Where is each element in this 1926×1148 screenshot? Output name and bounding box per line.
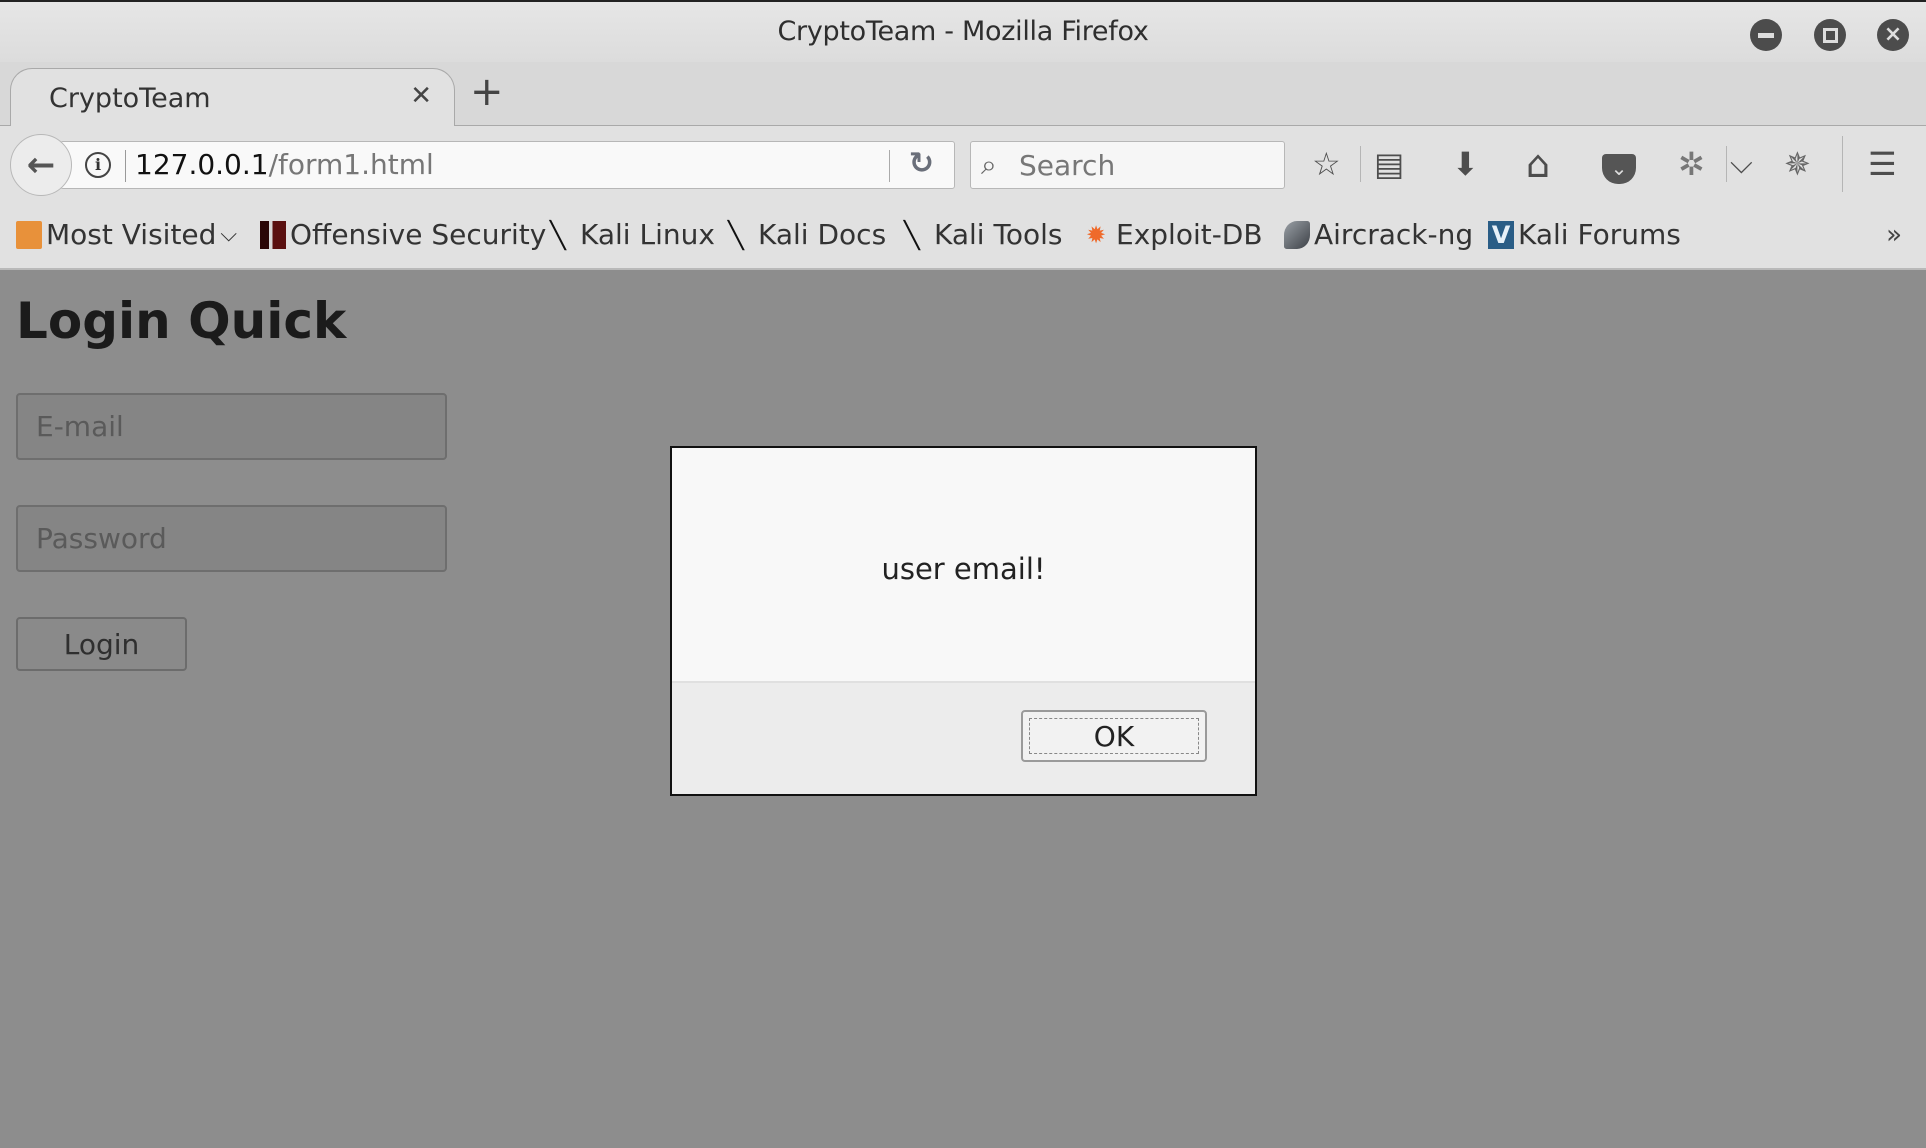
extension-dropdown-icon[interactable]: ⌵ — [1730, 144, 1753, 184]
navigation-toolbar: ← i 127.0.0.1/form1.html ↻ ⌕ Search ☆ ▤ … — [0, 126, 1926, 206]
toolbar-separator — [1726, 146, 1727, 182]
bookmark-label: Kali Forums — [1518, 218, 1681, 251]
reading-list-icon[interactable]: ▤ — [1374, 144, 1404, 184]
tab-cryptoteam[interactable]: CryptoTeam ✕ — [10, 68, 455, 128]
tab-strip: CryptoTeam ✕ + — [0, 62, 1926, 128]
close-icon: × — [1883, 22, 1903, 47]
kali-forums-icon: V — [1488, 220, 1514, 249]
page-title: Login Quick — [16, 292, 347, 350]
chevron-down-icon: ⌵ — [220, 222, 238, 247]
bookmark-label: Kali Tools — [934, 218, 1063, 251]
toolbar-separator — [1360, 146, 1361, 182]
bookmark-kali-docs[interactable]: ╲ Kali Docs — [728, 218, 886, 251]
bookmark-label: Kali Linux — [580, 218, 715, 251]
toolbar-separator — [1842, 136, 1843, 192]
offsec-icon — [260, 220, 286, 249]
url-path: /form1.html — [268, 148, 434, 181]
bookmark-kali-forums[interactable]: V Kali Forums — [1488, 218, 1681, 251]
bookmark-most-visited[interactable]: Most Visited ⌵ — [16, 218, 237, 251]
bookmark-aircrack-ng[interactable]: Aircrack-ng — [1284, 218, 1473, 251]
url-separator — [125, 150, 126, 182]
aircrack-icon — [1284, 220, 1310, 249]
window-title: CryptoTeam - Mozilla Firefox — [777, 16, 1149, 47]
tab-close-icon[interactable]: ✕ — [410, 81, 432, 111]
url-host: 127.0.0.1 — [135, 148, 269, 181]
menu-icon[interactable]: ☰ — [1868, 144, 1897, 184]
site-info-icon[interactable]: i — [85, 152, 111, 178]
alert-footer: OK — [672, 681, 1255, 794]
url-text[interactable]: 127.0.0.1/form1.html — [135, 148, 434, 181]
bookmark-kali-tools[interactable]: ╲ Kali Tools — [904, 218, 1062, 251]
maximize-button[interactable] — [1814, 19, 1846, 51]
bookmark-label: Exploit-DB — [1116, 218, 1263, 251]
bookmarks-toolbar: Most Visited ⌵ Offensive Security ╲ Kali… — [0, 206, 1926, 270]
alert-message: user email! — [881, 552, 1046, 586]
ok-button[interactable]: OK — [1021, 710, 1207, 762]
maximize-icon — [1822, 27, 1838, 43]
pocket-icon[interactable]: ⌄ — [1602, 144, 1636, 184]
downloads-icon[interactable]: ⬇ — [1452, 144, 1479, 184]
new-tab-button[interactable]: + — [470, 72, 504, 112]
bookmark-star-icon[interactable]: ☆ — [1312, 144, 1341, 184]
reload-separator — [889, 150, 890, 182]
bookmark-label: Offensive Security — [290, 218, 547, 251]
email-field[interactable] — [16, 393, 447, 460]
search-input[interactable]: ⌕ Search — [970, 141, 1285, 189]
close-window-button[interactable]: × — [1877, 19, 1909, 51]
search-placeholder: Search — [1019, 149, 1116, 182]
bookmark-offensive-security[interactable]: Offensive Security — [260, 218, 546, 251]
login-button[interactable]: Login — [16, 617, 187, 671]
bookmarks-overflow-icon[interactable]: » — [1886, 220, 1902, 250]
back-arrow-icon: ← — [26, 145, 56, 185]
ok-label: OK — [1093, 719, 1135, 753]
minimize-icon — [1758, 32, 1774, 38]
exploitdb-icon: ✹ — [1086, 220, 1107, 249]
url-bar[interactable]: i 127.0.0.1/form1.html ↻ — [60, 141, 955, 189]
search-icon: ⌕ — [981, 148, 997, 181]
back-button[interactable]: ← — [10, 134, 72, 196]
title-bar: CryptoTeam - Mozilla Firefox × — [0, 0, 1926, 62]
minimize-button[interactable] — [1750, 19, 1782, 51]
reload-icon[interactable]: ↻ — [909, 146, 934, 181]
folder-icon — [16, 220, 42, 249]
bookmark-label: Kali Docs — [758, 218, 887, 251]
firefox-window: CryptoTeam - Mozilla Firefox × CryptoTea… — [0, 0, 1926, 1148]
bookmark-kali-linux[interactable]: ╲ Kali Linux — [550, 218, 715, 251]
extension-bug-icon[interactable]: ✲ — [1678, 144, 1705, 184]
bookmark-exploit-db[interactable]: ✹ Exploit-DB — [1086, 218, 1263, 251]
bookmark-label: Aircrack-ng — [1314, 218, 1474, 251]
extension-spider-icon[interactable]: ✵ — [1784, 144, 1811, 184]
password-field[interactable] — [16, 505, 447, 572]
alert-dialog: user email! OK — [670, 446, 1257, 796]
kali-dragon-icon: ╲ — [904, 220, 920, 251]
kali-dragon-icon: ╲ — [728, 220, 744, 251]
kali-dragon-icon: ╲ — [550, 220, 566, 251]
bookmark-label: Most Visited — [46, 218, 217, 251]
tab-label: CryptoTeam — [49, 83, 211, 114]
home-icon[interactable]: ⌂ — [1526, 144, 1550, 184]
